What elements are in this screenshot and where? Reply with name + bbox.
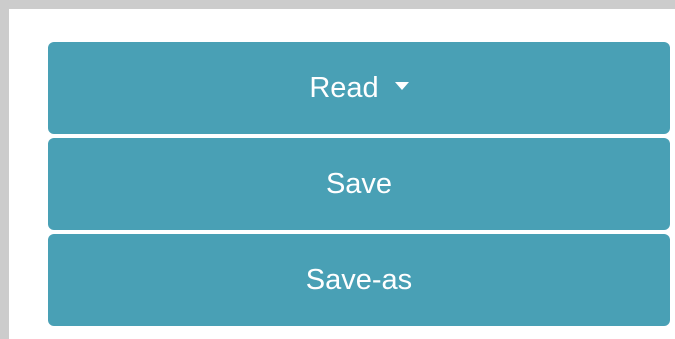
file-actions-group: Read Save Save-as <box>48 42 670 326</box>
save-as-button[interactable]: Save-as <box>48 234 670 326</box>
read-button-label: Read <box>309 71 379 104</box>
save-button-label: Save <box>325 167 393 200</box>
save-as-button-label: Save-as <box>305 263 413 296</box>
panel-frame: Read Save Save-as <box>0 0 675 339</box>
read-dropdown-button[interactable]: Read <box>48 42 670 134</box>
caret-down-icon <box>394 82 409 90</box>
save-button[interactable]: Save <box>48 138 670 230</box>
